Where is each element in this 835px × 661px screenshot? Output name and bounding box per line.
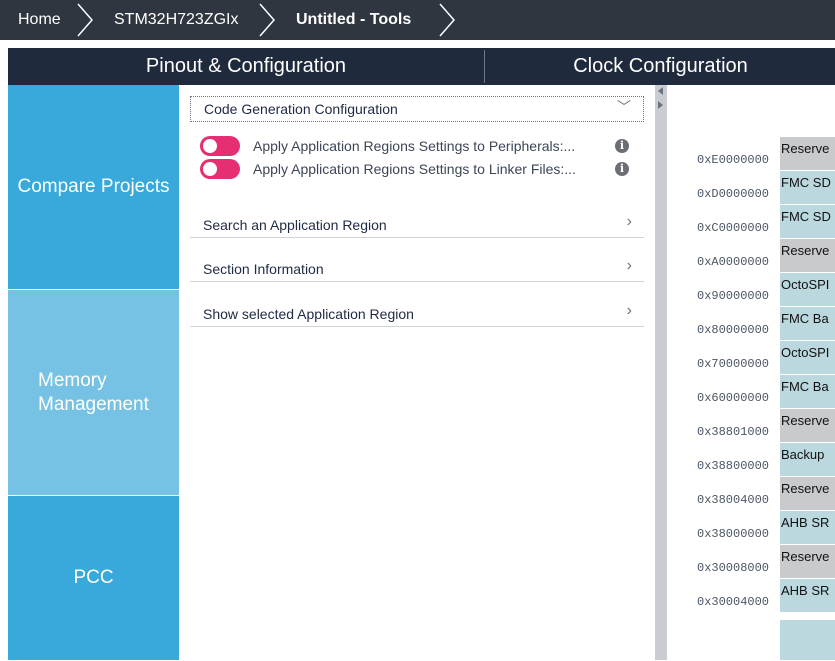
chevron-down-icon: ﹀ [617,99,631,115]
memory-region[interactable]: Reserve [780,477,835,511]
toggle-knob [203,139,217,153]
memory-address: 0xE0000000 [697,153,770,167]
toggle-peripherals[interactable] [200,136,240,156]
breadcrumb-device[interactable]: STM32H723ZGIx [114,11,238,29]
show-selected-application-region-label: Show selected Application Region [203,306,414,322]
memory-address: 0x38801000 [697,425,770,439]
memory-region-label: Reserve [781,243,830,258]
nav-memory-line2: Management [38,393,149,415]
memory-region[interactable]: OctoSPI [780,341,835,375]
memory-region-label: Reserve [781,549,830,564]
memory-region-label: AHB SR [781,583,830,598]
info-icon[interactable]: i [615,139,629,153]
search-application-region-label: Search an Application Region [203,217,387,233]
memory-region[interactable]: Reserve [780,239,835,273]
code-generation-label: Code Generation Configuration [204,101,398,117]
memory-region-label: AHB SR [781,515,830,530]
memory-address: 0x30004000 [697,595,770,609]
memory-region[interactable]: AHB SR [780,511,835,545]
main-tabbar: Pinout & Configuration Clock Configurati… [8,48,835,85]
memory-region[interactable]: AHB SR [780,579,835,613]
memory-region[interactable]: FMC Ba [780,307,835,341]
memory-region-label: FMC SD [781,209,831,224]
memory-address: 0xA0000000 [697,255,770,269]
memory-address: 0xC0000000 [697,221,770,235]
section-information-label: Section Information [203,261,324,277]
tab-clock-configuration[interactable]: Clock Configuration [486,48,835,85]
memory-region[interactable]: Reserve [780,137,835,171]
breadcrumb: Home STM32H723ZGIx Untitled - Tools [0,0,835,40]
memory-address: 0x60000000 [697,391,770,405]
memory-region-label: OctoSPI [781,277,830,292]
chevron-right-icon: › [626,302,632,319]
toggle-linker-files[interactable] [200,159,240,179]
memory-region-label: Reserve [781,481,830,496]
toggle-knob [203,162,217,176]
chevron-right-icon: › [626,257,632,274]
memory-region[interactable]: FMC SD [780,205,835,239]
memory-region-bottom[interactable] [780,620,835,661]
code-generation-configuration-dropdown[interactable]: Code Generation Configuration ﹀ [190,96,644,122]
memory-region-label: OctoSPI [781,345,830,360]
panel-splitter[interactable] [655,85,695,660]
tab-pinout-configuration[interactable]: Pinout & Configuration [8,48,484,85]
show-selected-application-region-row[interactable]: Show selected Application Region › [190,299,644,327]
info-icon[interactable]: i [615,162,629,176]
memory-address: 0x80000000 [697,323,770,337]
memory-address: 0x70000000 [697,357,770,371]
memory-address: 0x38000000 [697,527,770,541]
breadcrumb-home[interactable]: Home [18,11,61,29]
memory-region[interactable]: Reserve [780,409,835,443]
nav-memory-line1: Memory [38,369,107,391]
memory-region[interactable]: Backup [780,443,835,477]
memory-region-label: FMC Ba [781,379,829,394]
nav-memory-management[interactable]: Memory Management [8,290,179,495]
memory-region[interactable]: OctoSPI [780,273,835,307]
toggle-linker-files-label: Apply Application Regions Settings to Li… [253,161,576,177]
memory-region-label: FMC SD [781,175,831,190]
nav-pcc-label: PCC [73,567,114,588]
toggle-peripherals-label: Apply Application Regions Settings to Pe… [253,138,576,154]
tab-divider [484,50,485,83]
nav-compare-projects[interactable]: Compare Projects [8,85,179,289]
search-application-region-row[interactable]: Search an Application Region › [190,210,644,238]
memory-region[interactable]: Reserve [780,545,835,579]
section-information-row[interactable]: Section Information › [190,254,644,282]
memory-address: 0x30008000 [697,561,770,575]
memory-address: 0xD0000000 [697,187,770,201]
nav-compare-projects-label: Compare Projects [17,176,170,197]
memory-region[interactable]: FMC SD [780,171,835,205]
chevron-right-icon: › [626,213,632,230]
nav-pcc[interactable]: PCC [8,496,179,660]
breadcrumb-project[interactable]: Untitled - Tools [296,11,411,29]
memory-region-label: Reserve [781,413,830,428]
memory-region[interactable]: FMC Ba [780,375,835,409]
memory-region-label: Backup [781,447,825,462]
memory-region-label: Reserve [781,141,830,156]
memory-address: 0x38004000 [697,493,770,507]
memory-region-label: FMC Ba [781,311,829,326]
nav-memory-management-label: Memory Management [8,369,149,417]
memory-address: 0x90000000 [697,289,770,303]
memory-address: 0x38800000 [697,459,770,473]
